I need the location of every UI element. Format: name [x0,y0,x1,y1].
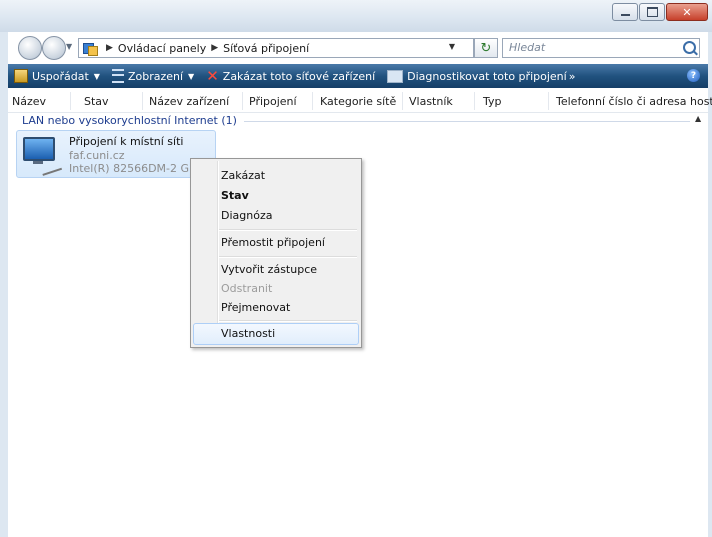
close-button[interactable]: ✕ [666,3,708,21]
maximize-icon [646,7,658,17]
menu-highlight [193,323,359,345]
chevron-down-icon: ▼ [188,71,195,81]
close-icon: ✕ [682,5,692,19]
connection-network: faf.cuni.cz [69,149,125,162]
menu-separator [219,320,357,322]
views-label: Zobrazení [127,69,184,83]
breadcrumb-control-panel[interactable]: Ovládací panely [118,42,206,55]
organize-button[interactable]: Uspořádat ▼ [8,64,106,88]
maximize-button[interactable] [639,3,665,21]
column-divider[interactable] [548,92,549,110]
back-button[interactable] [18,36,42,60]
column-header-network-category[interactable]: Kategorie sítě [320,95,396,108]
network-connection-icon [23,137,65,176]
collapse-group-icon[interactable]: ▲ [695,114,701,123]
column-header-owner[interactable]: Vlastník [409,95,453,108]
disable-device-button[interactable]: ✕ Zakázat toto síťové zařízení [200,64,381,88]
chevron-down-icon: ▼ [93,71,100,81]
column-header-name[interactable]: Název [12,95,46,108]
search-input[interactable]: Hledat [502,38,700,58]
breadcrumb-arrow-icon[interactable]: ▶ [106,43,113,53]
menu-item-create-shortcut[interactable]: Vytvořit zástupce [221,263,317,276]
command-toolbar: Uspořádat ▼ Zobrazení ▼ ✕ Zakázat toto s… [8,64,708,88]
more-commands-icon[interactable]: » [569,70,576,83]
breadcrumb-arrow-icon[interactable]: ▶ [211,43,218,53]
connection-name: Připojení k místní síti [69,135,184,148]
menu-item-disable[interactable]: Zakázat [221,169,265,182]
disable-x-icon: ✕ [206,67,219,85]
column-divider[interactable] [402,92,403,110]
group-header-lan[interactable]: LAN nebo vysokorychlostní Internet (1) [22,114,237,127]
recent-pages-dropdown-icon[interactable]: ▼ [66,42,72,51]
column-header-status[interactable]: Stav [84,95,109,108]
context-menu: Zakázat Stav Diagnóza Přemostit připojen… [190,158,362,348]
minimize-icon [620,14,630,16]
search-icon[interactable] [683,41,696,54]
minimize-button[interactable] [612,3,638,21]
window-controls: ✕ [611,3,708,21]
refresh-icon: ↻ [480,40,492,56]
disable-device-label: Zakázat toto síťové zařízení [222,69,376,83]
menu-item-bridge-connections[interactable]: Přemostit připojení [221,236,325,249]
column-header-type[interactable]: Typ [483,95,502,108]
navigation-bar: ▼ ▶ Ovládací panely ▶ Síťová připojení ▼… [8,32,708,62]
menu-item-properties[interactable]: Vlastnosti [221,327,275,340]
column-header-connectivity[interactable]: Připojení [249,95,297,108]
column-headers: Název Stav Název zařízení Připojení Kate… [8,90,712,113]
organize-label: Uspořádat [32,69,89,83]
address-dropdown-icon[interactable]: ▼ [449,42,455,51]
breadcrumb-network-connections[interactable]: Síťová připojení [223,42,309,55]
connection-item-local-area[interactable]: Připojení k místní síti faf.cuni.cz Inte… [16,130,216,178]
column-divider[interactable] [312,92,313,110]
help-icon[interactable]: ? [687,69,700,82]
menu-item-status[interactable]: Stav [221,189,249,202]
refresh-button[interactable]: ↻ [474,38,498,58]
diagnose-icon [387,69,404,83]
search-placeholder: Hledat [509,41,546,54]
window-frame-left [0,32,8,537]
column-divider[interactable] [70,92,71,110]
column-header-device-name[interactable]: Název zařízení [149,95,229,108]
column-divider[interactable] [474,92,475,110]
control-panel-icon [83,41,98,56]
column-divider[interactable] [142,92,143,110]
menu-item-rename[interactable]: Přejmenovat [221,301,290,314]
column-divider[interactable] [242,92,243,110]
title-bar: ✕ [0,0,712,32]
menu-item-diagnose[interactable]: Diagnóza [221,209,272,222]
diagnose-connection-label: Diagnostikovat toto připojení [407,69,567,83]
address-bar[interactable]: ▶ Ovládací panely ▶ Síťová připojení ▼ [78,38,474,58]
views-icon [111,69,124,83]
menu-separator [219,256,357,258]
forward-button[interactable] [42,36,66,60]
column-header-phone-or-host[interactable]: Telefonní číslo či adresa hosti... [556,95,712,108]
diagnose-connection-button[interactable]: Diagnostikovat toto připojení » [381,64,581,88]
organize-icon [14,69,28,83]
views-button[interactable]: Zobrazení ▼ [106,64,200,88]
group-divider [244,121,690,122]
menu-separator [219,229,357,231]
menu-item-delete[interactable]: Odstranit [221,282,272,295]
